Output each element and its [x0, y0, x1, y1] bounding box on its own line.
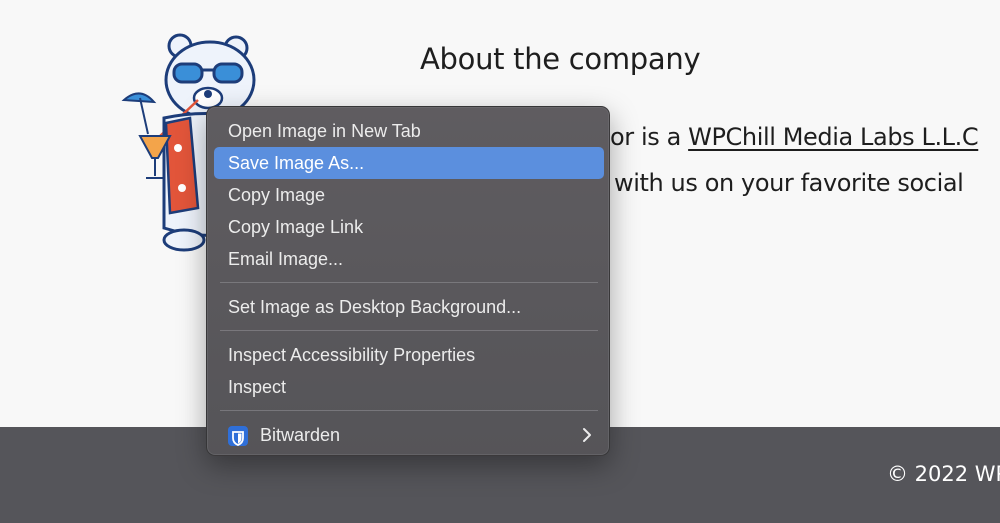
menu-item-inspect-accessibility[interactable]: Inspect Accessibility Properties — [214, 339, 604, 371]
bitwarden-shield-icon — [228, 426, 248, 446]
menu-separator — [220, 282, 598, 283]
menu-item-save-image-as[interactable]: Save Image As... — [214, 147, 604, 179]
menu-item-inspect[interactable]: Inspect — [214, 371, 604, 403]
company-link[interactable]: WPChill Media Labs L.L.C — [688, 123, 979, 151]
menu-item-copy-image-link[interactable]: Copy Image Link — [214, 211, 604, 243]
menu-separator — [220, 410, 598, 411]
menu-separator — [220, 330, 598, 331]
menu-item-copy-image[interactable]: Copy Image — [214, 179, 604, 211]
company-text-line: or is a WPChill Media Labs L.L.C — [610, 123, 979, 151]
menu-item-set-desktop-background[interactable]: Set Image as Desktop Background... — [214, 291, 604, 323]
social-text-line: with us on your favorite social — [614, 169, 964, 197]
bitwarden-label: Bitwarden — [260, 425, 341, 445]
copyright-text: © 2022 WP — [887, 462, 1000, 486]
menu-item-email-image[interactable]: Email Image... — [214, 243, 604, 275]
company-text-prefix: or is a — [610, 123, 689, 151]
chevron-right-icon — [582, 419, 592, 461]
menu-item-open-image-new-tab[interactable]: Open Image in New Tab — [214, 115, 604, 147]
menu-item-bitwarden[interactable]: Bitwarden — [214, 419, 604, 451]
about-heading: About the company — [420, 42, 701, 76]
context-menu: Open Image in New Tab Save Image As... C… — [206, 106, 610, 456]
